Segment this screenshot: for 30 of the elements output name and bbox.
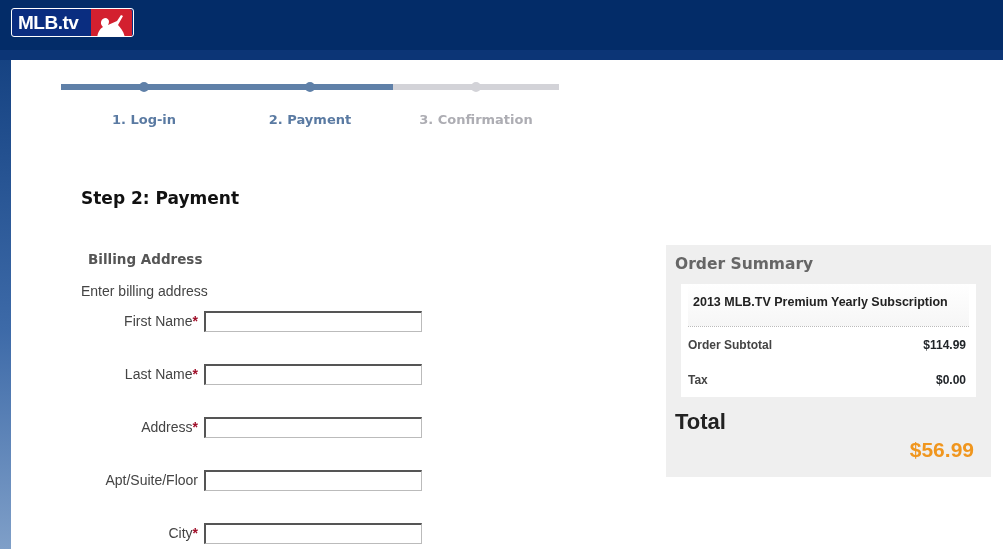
required-mark: * xyxy=(192,313,198,330)
field-label: Last Name xyxy=(124,366,193,383)
step-label: 1. Log-in xyxy=(111,112,177,127)
total-amount: $56.99 xyxy=(908,437,975,463)
text-field[interactable] xyxy=(204,311,422,333)
batter-silhouette-icon xyxy=(91,9,133,36)
field-label: Address xyxy=(141,419,193,436)
field-label: City xyxy=(168,525,193,542)
summary-heading: Order Summary xyxy=(675,254,815,275)
line-amount: $0.00 xyxy=(935,371,966,389)
line-label: Order Subtotal xyxy=(688,336,772,354)
text-field[interactable] xyxy=(204,523,422,545)
required-mark: * xyxy=(192,366,198,383)
section-heading: Billing Address xyxy=(88,250,203,269)
line-amount: $114.99 xyxy=(923,336,966,354)
required-mark: * xyxy=(192,525,198,542)
text-field[interactable] xyxy=(204,364,422,386)
logo-text: MLB.tv xyxy=(17,13,79,32)
total-label: Total xyxy=(675,408,727,436)
step-label: 3. Confirmation xyxy=(419,112,533,127)
field-label: Apt/Suite/Floor xyxy=(105,472,198,489)
required-mark: * xyxy=(192,419,198,436)
text-field[interactable] xyxy=(204,470,422,492)
step-label: 2. Payment xyxy=(268,112,352,127)
page-title: Step 2: Payment xyxy=(81,186,240,210)
field-label: First Name xyxy=(124,313,193,330)
instruction-text: Enter billing address xyxy=(81,282,208,302)
mlb-logo[interactable]: MLB.tv xyxy=(11,8,134,37)
text-field[interactable] xyxy=(204,417,422,439)
line-label: Tax xyxy=(688,371,708,389)
